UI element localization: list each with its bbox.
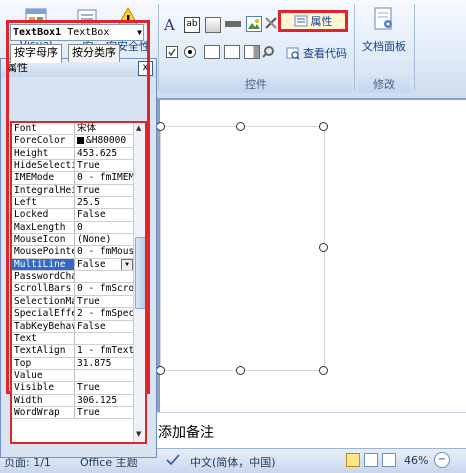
properties-label: 属性 (310, 15, 333, 28)
resize-handle[interactable] (236, 122, 245, 131)
object-type: TextBox (67, 27, 110, 38)
object-name: TextBox1 (13, 27, 62, 38)
combobox-control-icon[interactable] (204, 45, 220, 59)
command-button-control-icon[interactable] (205, 17, 221, 33)
normal-view-icon[interactable] (346, 453, 360, 467)
spellcheck-icon[interactable] (166, 454, 180, 469)
slide-sorter-icon[interactable] (364, 453, 378, 467)
notes-placeholder: 添加备注 (158, 425, 214, 441)
resize-handle[interactable] (156, 366, 165, 375)
zoom-level[interactable]: 46% (404, 454, 428, 467)
resize-handle[interactable] (319, 366, 328, 375)
toggle-button-control-icon[interactable] (244, 45, 260, 59)
image-control-icon[interactable] (246, 16, 262, 32)
checkbox-control-icon[interactable] (166, 46, 178, 58)
group-separator (354, 4, 355, 90)
document-panel-label: 文档面板 (362, 40, 406, 53)
highlight-frame-grid (10, 121, 147, 444)
spin-button-control-icon[interactable] (262, 44, 276, 58)
slideshow-icon[interactable] (382, 453, 396, 467)
radio-dot-icon (188, 50, 192, 54)
more-controls-icon[interactable] (264, 16, 278, 30)
zoom-out-icon[interactable]: − (434, 452, 450, 468)
properties-icon (294, 15, 307, 27)
resize-handle[interactable] (319, 243, 328, 252)
wrench-icon (262, 46, 274, 58)
view-code-button[interactable]: 查看代码 (286, 44, 347, 62)
label-control-icon[interactable]: A (164, 16, 175, 34)
check-icon (168, 48, 176, 57)
language-indicator[interactable]: 中文(简体，中国) (190, 454, 276, 470)
chevron-down-icon[interactable]: ▼ (137, 25, 142, 40)
group-separator (414, 4, 415, 90)
group-separator (158, 4, 159, 90)
textbox-control[interactable] (160, 126, 325, 371)
document-panel-icon (374, 7, 392, 30)
tab-categorized[interactable]: 按分类序 (68, 44, 120, 62)
view-code-label: 查看代码 (303, 47, 347, 60)
controls-group-label: 控件 (160, 77, 352, 93)
properties-button[interactable]: 属性 (278, 10, 348, 32)
option-button-control-icon[interactable] (184, 46, 196, 58)
document-panel-button[interactable]: 文档面板 (358, 6, 410, 54)
spellcheck-check-icon (166, 454, 180, 466)
image-icon (248, 19, 260, 29)
tab-alphabetic[interactable]: 按字母序 (10, 44, 62, 63)
modify-group-label: 修改 (358, 77, 410, 93)
textbox-control-icon[interactable]: ab (184, 17, 200, 33)
scrollbar-control-icon[interactable] (225, 21, 241, 27)
resize-handle[interactable] (319, 122, 328, 131)
listbox-control-icon[interactable] (224, 45, 240, 59)
tools-icon (265, 17, 277, 29)
object-selector[interactable]: TextBox1 TextBox ▼ (10, 24, 144, 41)
view-code-icon (286, 47, 300, 60)
resize-handle[interactable] (236, 366, 245, 375)
resize-handle[interactable] (156, 122, 165, 131)
